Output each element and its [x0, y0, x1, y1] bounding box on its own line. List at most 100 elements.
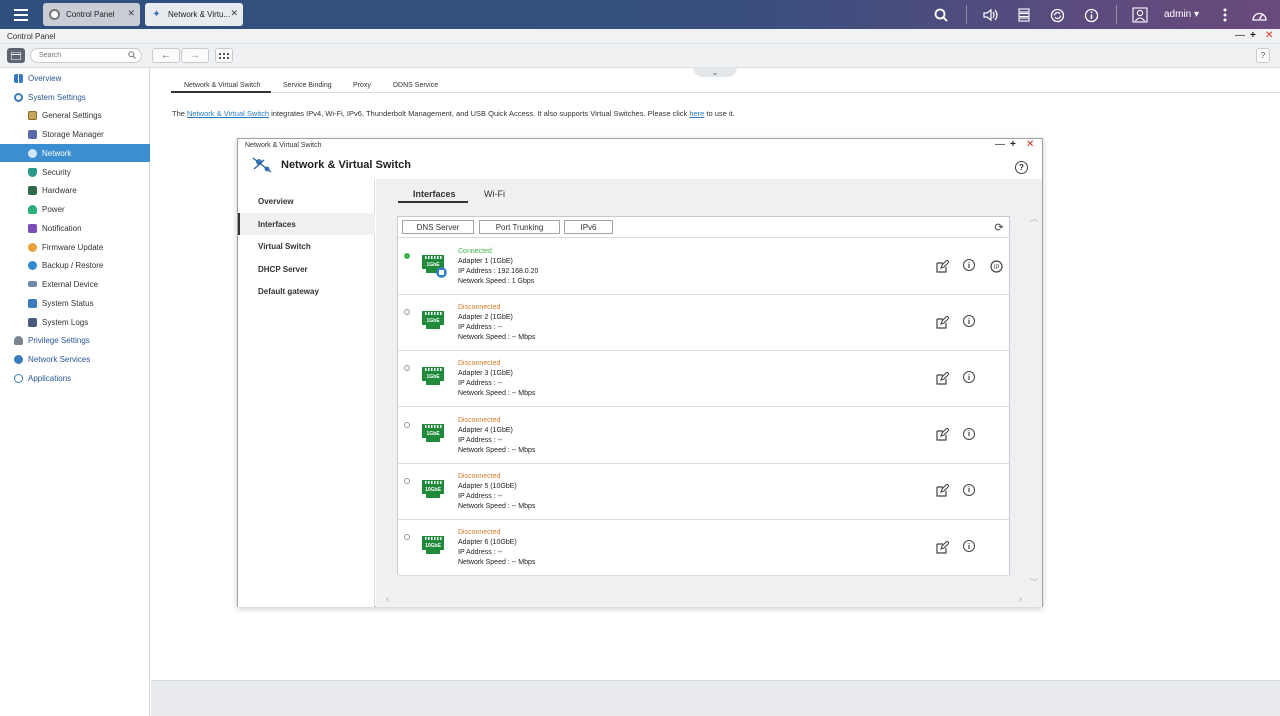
dns-server-button[interactable]: DNS Server: [402, 220, 474, 234]
sidebar-item-network-services[interactable]: Network Services: [0, 350, 150, 368]
sidebar-item-notification[interactable]: Notification: [0, 219, 150, 237]
tab-network-virtual-switch[interactable]: Network & Virtual Switch: [184, 82, 261, 89]
info-icon[interactable]: i: [963, 371, 975, 384]
maximize-icon[interactable]: +: [1010, 139, 1016, 150]
adapter-row[interactable]: 10GbE Disconnected Adapter 5 (10GbE) IP Add…: [398, 463, 1009, 520]
network-virtual-switch-link[interactable]: Network & Virtual Switch: [187, 109, 269, 118]
tab-proxy[interactable]: Proxy: [353, 82, 371, 89]
nav-overview[interactable]: Overview: [238, 190, 375, 212]
edit-icon[interactable]: [935, 484, 949, 498]
port-label: 1GbE: [426, 318, 440, 324]
info-icon[interactable]: [1081, 5, 1101, 25]
renew-ip-icon[interactable]: IP: [989, 259, 1003, 273]
tab-service-binding[interactable]: Service Binding: [283, 82, 332, 89]
minimize-icon[interactable]: —: [995, 139, 1005, 150]
scroll-up-icon[interactable]: ︿: [1030, 213, 1038, 224]
here-link[interactable]: here: [689, 109, 704, 118]
tab-interfaces[interactable]: Interfaces: [413, 189, 456, 199]
edit-icon[interactable]: [935, 315, 949, 329]
adapter-row[interactable]: 1GbE Disconnected Adapter 3 (1GbE) IP Addre…: [398, 351, 1009, 408]
horizontal-scrollbar[interactable]: ‹ ›: [376, 593, 1042, 607]
volume-icon[interactable]: [981, 5, 1001, 25]
port-trunking-button[interactable]: Port Trunking: [479, 220, 560, 234]
taskbar-tab-control-panel[interactable]: Control Panel ✕: [43, 3, 140, 26]
edit-icon[interactable]: [935, 371, 949, 385]
sidebar-item-label: Network Services: [28, 354, 91, 364]
sidebar-item-general-settings[interactable]: General Settings: [0, 106, 150, 124]
info-icon[interactable]: i: [963, 483, 975, 496]
info-icon[interactable]: i: [963, 315, 975, 328]
status-indicator[interactable]: [404, 477, 410, 484]
scroll-down-icon[interactable]: ﹀: [1030, 577, 1038, 588]
sidebar-item-security[interactable]: Security: [0, 163, 150, 181]
sidebar-item-hardware[interactable]: Hardware: [0, 181, 150, 199]
help-icon[interactable]: ?: [1015, 161, 1028, 174]
help-button[interactable]: ?: [1256, 48, 1270, 63]
edit-icon[interactable]: [935, 428, 949, 442]
sync-icon[interactable]: [1047, 5, 1067, 25]
edit-icon[interactable]: [935, 259, 949, 273]
search-icon[interactable]: [128, 51, 136, 61]
sidebar-item-backup-restore[interactable]: Backup / Restore: [0, 256, 150, 274]
network-icon: [28, 148, 37, 158]
collapse-handle[interactable]: ⌄: [693, 67, 737, 77]
nav-virtual-switch[interactable]: Virtual Switch: [238, 235, 375, 257]
refresh-icon[interactable]: ⟳: [993, 221, 1005, 234]
close-icon[interactable]: ✕: [127, 8, 135, 19]
sidebar-item-overview[interactable]: Overview: [0, 69, 150, 87]
apps-grid-button[interactable]: [215, 48, 233, 63]
minimize-icon[interactable]: —: [1235, 30, 1245, 41]
info-icon[interactable]: i: [963, 259, 975, 271]
sidebar-item-external-device[interactable]: External Device: [0, 275, 150, 293]
sidebar-item-network[interactable]: Network: [0, 144, 150, 162]
adapter-row[interactable]: 1GbE Connected Adapter 1 (1GbE) IP Address …: [398, 239, 1009, 295]
window-title: Control Panel: [7, 32, 56, 41]
status-indicator[interactable]: [404, 534, 410, 540]
status-indicator[interactable]: [404, 253, 410, 259]
edit-icon[interactable]: [935, 540, 949, 554]
tab-wifi[interactable]: Wi-Fi: [484, 189, 505, 199]
close-icon[interactable]: ✕: [1026, 139, 1034, 150]
ipv6-button[interactable]: IPv6: [564, 220, 613, 234]
sidebar-item-storage-manager[interactable]: Storage Manager: [0, 125, 150, 143]
info-icon[interactable]: i: [963, 540, 975, 552]
status-indicator[interactable]: [404, 309, 410, 316]
sidebar-item-power[interactable]: Power: [0, 200, 150, 218]
close-icon[interactable]: ✕: [230, 8, 238, 19]
sidebar-item-privilege-settings[interactable]: Privilege Settings: [0, 331, 150, 349]
sidebar-item-system-logs[interactable]: System Logs: [0, 313, 150, 331]
info-icon[interactable]: i: [963, 427, 975, 440]
sidebar-item-system-settings[interactable]: System Settings: [0, 88, 150, 106]
chevron-left-icon[interactable]: ‹: [386, 594, 389, 604]
grid-view-icon[interactable]: [7, 48, 25, 63]
dashboard-icon[interactable]: [1249, 5, 1269, 25]
maximize-icon[interactable]: +: [1250, 30, 1256, 41]
adapter-row[interactable]: 1GbE Disconnected Adapter 4 (1GbE) IP Addre…: [398, 407, 1009, 464]
tasks-icon[interactable]: [1014, 5, 1034, 25]
sidebar-item-applications[interactable]: Applications: [0, 369, 150, 387]
user-menu[interactable]: admin ▾: [1164, 9, 1199, 20]
adapter-name: Adapter 4 (1GbE): [458, 426, 513, 434]
nav-dhcp-server[interactable]: DHCP Server: [238, 258, 375, 280]
port-label: 1GbE: [426, 431, 440, 437]
sidebar-item-system-status[interactable]: System Status: [0, 294, 150, 312]
overview-icon: [14, 73, 23, 83]
adapter-row[interactable]: 10GbE Disconnected Adapter 6 (10GbE) IP Add…: [398, 520, 1009, 576]
status-indicator[interactable]: [404, 421, 410, 428]
forward-button[interactable]: →: [181, 48, 209, 63]
user-avatar-icon[interactable]: [1130, 5, 1150, 25]
chevron-right-icon[interactable]: ›: [1019, 594, 1022, 604]
tab-ddns-service[interactable]: DDNS Service: [393, 82, 438, 89]
sidebar-item-firmware-update[interactable]: Firmware Update: [0, 238, 150, 256]
close-icon[interactable]: ✕: [1265, 30, 1273, 41]
more-options-icon[interactable]: [1215, 5, 1235, 25]
status-indicator[interactable]: [404, 365, 410, 372]
search-icon[interactable]: [931, 5, 951, 25]
nav-default-gateway[interactable]: Default gateway: [238, 280, 375, 302]
adapter-row[interactable]: 1GbE Disconnected Adapter 2 (1GbE) IP Addre…: [398, 295, 1009, 352]
search-input[interactable]: [30, 48, 142, 63]
taskbar-tab-network[interactable]: ✦ Network & Virtu... ✕: [145, 3, 243, 26]
main-menu-icon[interactable]: [14, 5, 38, 25]
back-button[interactable]: ←: [152, 48, 180, 63]
nav-interfaces[interactable]: Interfaces: [238, 213, 375, 235]
